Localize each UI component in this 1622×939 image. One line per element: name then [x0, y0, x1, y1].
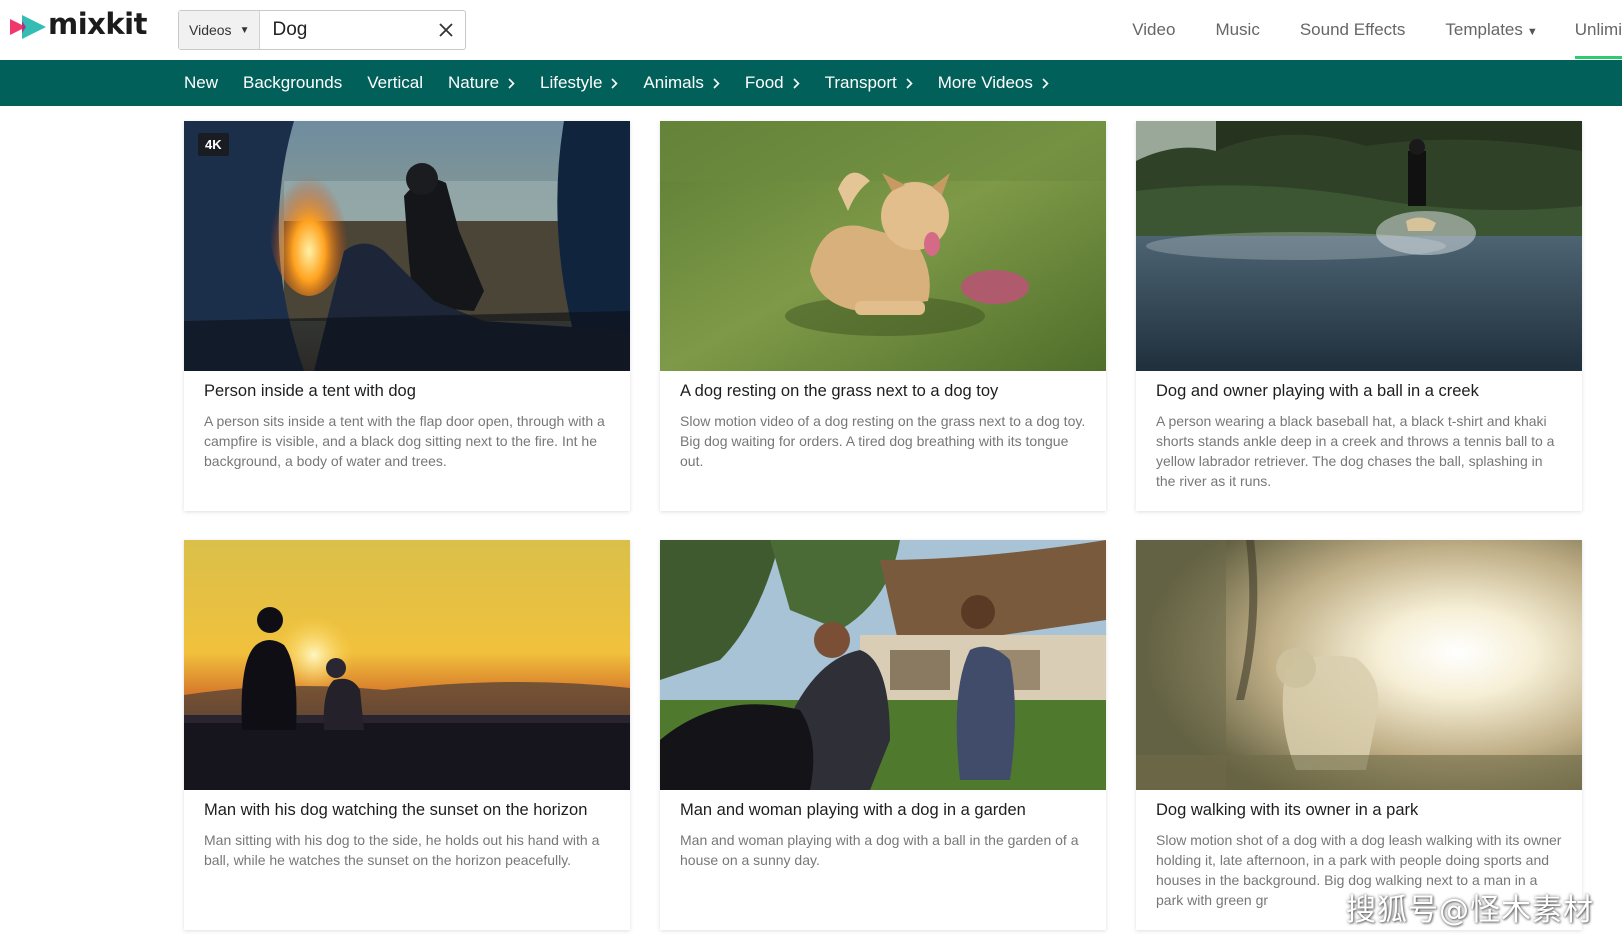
mixkit-logo-icon: [10, 14, 46, 39]
chevron-right-icon: [793, 77, 800, 89]
video-card[interactable]: Man with his dog watching the sunset on …: [184, 540, 630, 930]
search-type-label: Videos: [189, 22, 232, 38]
category-label: New: [184, 73, 219, 92]
watermark-text: 搜狐号@怪木素材: [1346, 893, 1594, 928]
chevron-right-icon: [906, 77, 913, 89]
video-description: Slow motion video of a dog resting on th…: [680, 413, 1086, 469]
search-input[interactable]: [260, 19, 435, 41]
category-label: Nature: [448, 73, 500, 92]
video-card[interactable]: Man and woman playing with a dog in a ga…: [660, 540, 1106, 930]
chevron-right-icon: [1042, 77, 1049, 89]
caret-down-icon: ▼: [1526, 26, 1538, 38]
video-thumbnail[interactable]: [1136, 540, 1582, 790]
category-lifestyle[interactable]: Lifestyle: [540, 73, 619, 93]
video-description: A person sits inside a tent with the fla…: [204, 413, 605, 469]
video-title[interactable]: Dog and owner playing with a ball in a c…: [1156, 382, 1562, 401]
category-label: Food: [744, 73, 784, 92]
caret-down-icon: ▼: [239, 24, 250, 36]
search-type-dropdown[interactable]: Videos ▼: [179, 11, 261, 49]
close-icon[interactable]: [439, 23, 453, 37]
category-animals[interactable]: Animals: [643, 73, 720, 93]
nav-templates[interactable]: Templates ▼: [1445, 20, 1537, 40]
category-label: More Videos: [937, 73, 1033, 92]
video-thumbnail[interactable]: [1136, 121, 1582, 371]
video-thumbnail[interactable]: [660, 540, 1106, 790]
logo[interactable]: mixkit: [10, 10, 147, 39]
video-thumbnail[interactable]: 4K: [184, 121, 630, 371]
logo-text: mixkit: [48, 7, 147, 41]
chevron-right-icon: [713, 77, 720, 89]
chevron-right-icon: [611, 77, 619, 89]
search-bar: Videos ▼: [178, 10, 466, 50]
nav-templates-label: Templates: [1445, 20, 1523, 39]
category-food[interactable]: Food: [745, 73, 800, 93]
video-title[interactable]: Person inside a tent with dog: [204, 382, 610, 401]
category-label: Lifestyle: [540, 73, 603, 92]
video-card[interactable]: Dog and owner playing with a ball in a c…: [1136, 121, 1582, 511]
video-card[interactable]: A dog resting on the grass next to a dog…: [660, 121, 1106, 511]
quality-badge: 4K: [198, 133, 229, 156]
nav-unlimited[interactable]: Unlimi: [1574, 20, 1622, 59]
video-card[interactable]: Dog walking with its owner in a park Slo…: [1136, 540, 1582, 930]
chevron-right-icon: [508, 77, 515, 89]
video-description: Man and woman playing with a dog with a …: [680, 832, 1079, 868]
video-description: A person wearing a black baseball hat, a…: [1156, 413, 1555, 489]
top-nav: Video Music Sound Effects Templates ▼ Unl…: [1092, 0, 1622, 60]
category-new[interactable]: New: [184, 73, 218, 93]
category-label: Vertical: [367, 73, 423, 92]
category-transport[interactable]: Transport: [825, 73, 913, 93]
video-title[interactable]: Man with his dog watching the sunset on …: [204, 801, 610, 820]
nav-sound-effects[interactable]: Sound Effects: [1300, 20, 1406, 40]
video-title[interactable]: Dog walking with its owner in a park: [1156, 801, 1562, 820]
video-description: Man sitting with his dog to the side, he…: [204, 832, 600, 868]
top-header: mixkit Videos ▼ Video Music Sound Effect…: [0, 0, 1622, 61]
video-thumbnail[interactable]: [184, 540, 630, 790]
nav-video[interactable]: Video: [1132, 20, 1175, 40]
video-title[interactable]: A dog resting on the grass next to a dog…: [680, 382, 1086, 401]
category-more-videos[interactable]: More Videos: [938, 73, 1049, 93]
nav-music[interactable]: Music: [1215, 20, 1259, 40]
category-backgrounds[interactable]: Backgrounds: [243, 73, 342, 93]
category-label: Transport: [824, 73, 897, 92]
category-bar: New Backgrounds Vertical Nature Lifestyl…: [0, 60, 1622, 106]
category-vertical[interactable]: Vertical: [367, 73, 423, 93]
category-label: Animals: [643, 73, 704, 92]
video-card[interactable]: 4K Person inside a tent with dog A perso…: [184, 121, 630, 511]
video-thumbnail[interactable]: [660, 121, 1106, 371]
category-nature[interactable]: Nature: [448, 73, 515, 93]
category-label: Backgrounds: [243, 73, 343, 92]
video-title[interactable]: Man and woman playing with a dog in a ga…: [680, 801, 1086, 820]
